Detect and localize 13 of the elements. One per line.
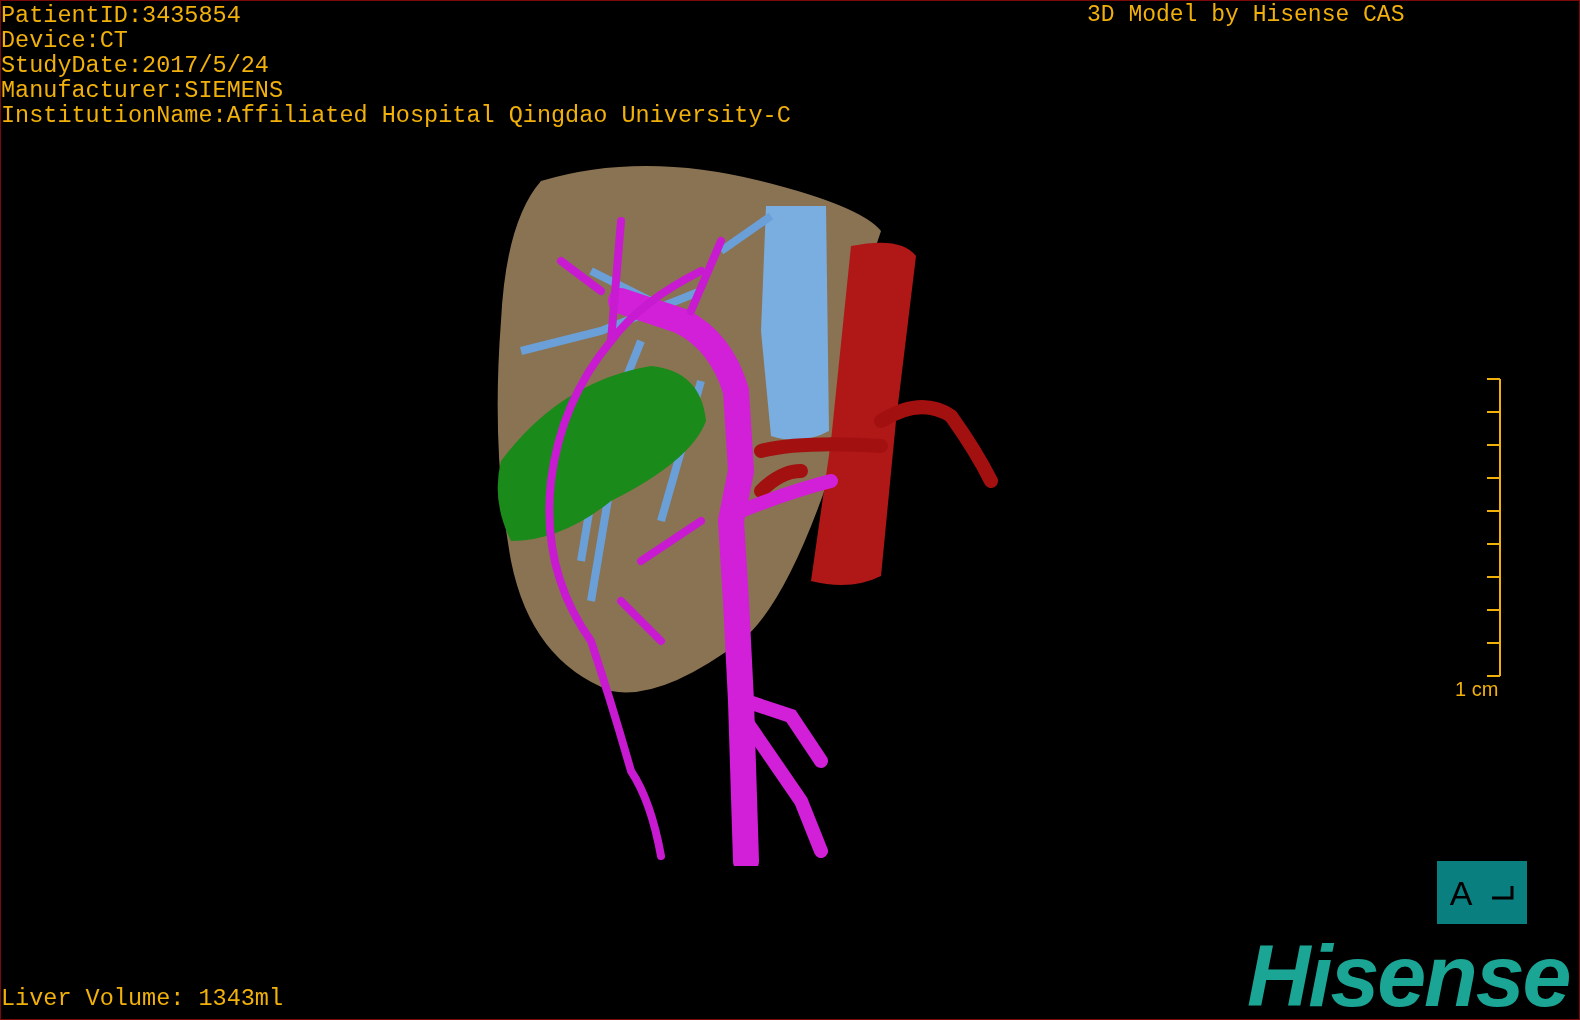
orientation-label: A [1449,875,1473,910]
patient-info-text: StudyDate:2017/5/24 [1,53,270,78]
scale-bar-icon [1486,378,1502,677]
patient-info-text: Manufacturer:SIEMENS [1,78,285,103]
patient-info-text: InstitutionName:Affiliated Hospital Qingdao University-C [1,103,791,128]
header-title: 3D Model by Hisense CAS [1087,3,1405,28]
hisense-logo: Hisense [1247,931,1570,1019]
patient-info-text: PatientID:3435854 [1,3,242,28]
patient-info-text: Device:CT [1,28,129,53]
liver-volume-text: Liver Volume: 1343ml [1,986,284,1011]
corner-icon [1492,885,1515,900]
orientation-marker[interactable]: A [1437,861,1527,924]
scale-label: 1 cm [1455,677,1499,701]
